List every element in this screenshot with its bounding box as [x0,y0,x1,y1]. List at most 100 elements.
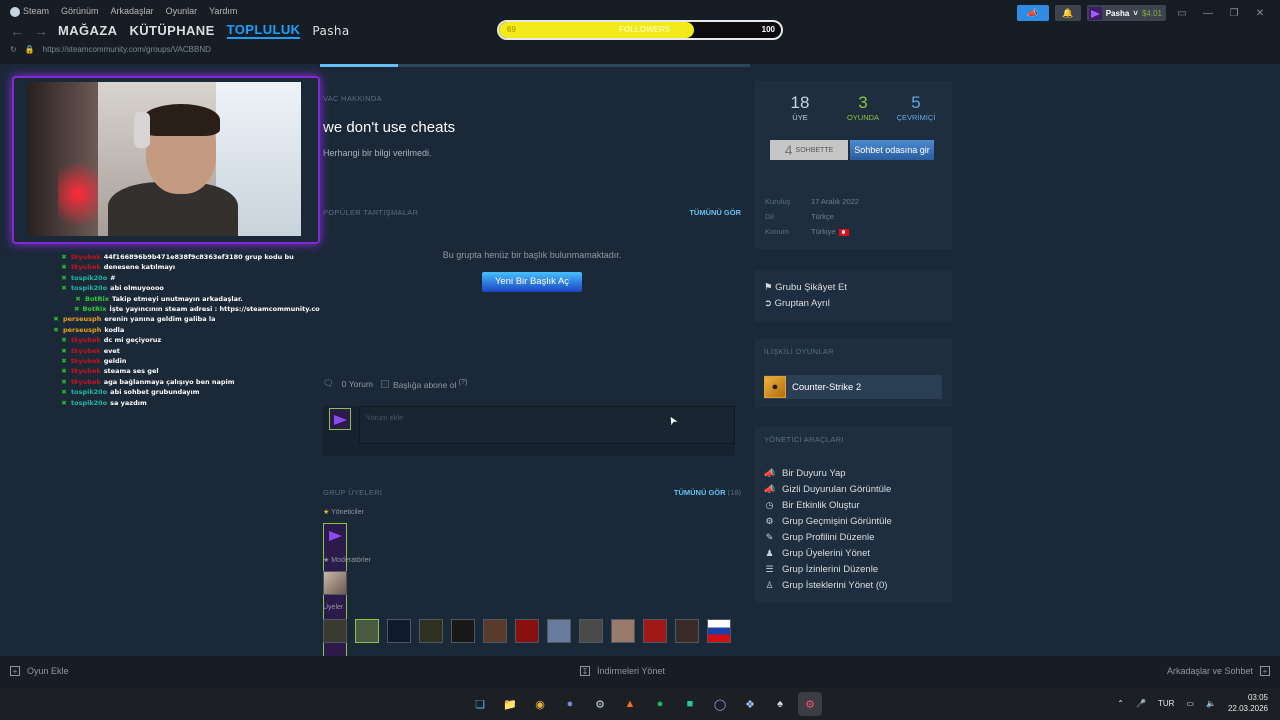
big-picture-icon[interactable]: ▭ [1172,8,1192,19]
report-group-link[interactable]: ⚑ Grubu Şikâyet Et [764,280,943,296]
admin-tool-create-event[interactable]: ◷ Bir Etkinlik Oluştur [764,497,892,513]
menu-help[interactable]: Yardım [209,6,237,16]
member-avatar[interactable] [515,619,539,643]
chat-username: tkyubek [71,253,101,261]
network-icon[interactable]: ▭ [1186,699,1194,708]
back-arrow-icon[interactable]: ← [10,23,26,39]
member-avatar[interactable] [707,619,731,643]
chat-text: geldin [103,357,127,366]
chat-username: BotRix [85,294,109,303]
app-icon[interactable]: ❖ [738,692,762,716]
chat-text: erenin yanına geldim galiba la [104,315,216,324]
member-avatar[interactable] [675,619,699,643]
tab-library[interactable]: KÜTÜPHANE [129,23,214,38]
join-chat-button[interactable]: Sohbet odasına gir [850,140,934,160]
language-indicator[interactable]: TUR [1158,699,1174,708]
app-icon[interactable]: ■ [678,692,702,716]
microphone-icon[interactable]: 🎤 [1136,699,1146,708]
menu-view[interactable]: Görünüm [61,6,99,16]
info-language: Dil Türkçe [765,212,834,221]
reload-icon[interactable]: ↻ [10,45,17,54]
admin-tool-requests[interactable]: ♙ Grup İsteklerini Yönet (0) [764,577,892,593]
friends-chat-button[interactable]: Arkadaşlar ve Sohbet + [1167,666,1270,676]
subscribe-checkbox[interactable] [381,379,389,388]
member-avatar[interactable] [387,619,411,643]
tab-community[interactable]: TOPLULUK [226,22,301,39]
subscribe-toggle[interactable]: Başlığa abone ol (?) [381,378,467,390]
discussions-empty-note: Bu grupta henüz bir başlık bulunmamaktad… [442,250,622,260]
chat-username: tkyubek [71,357,101,366]
subscribe-help[interactable]: (?) [459,378,468,386]
manage-downloads-button[interactable]: ↧ İndirmeleri Yönet [580,666,665,676]
menu-steam[interactable]: Steam [10,6,49,17]
forward-arrow-icon[interactable]: → [34,23,50,39]
chat-username: BotRix [82,305,107,314]
related-game-row[interactable]: ● Counter-Strike 2 [764,375,942,399]
account-menu[interactable]: Pasha ˅ $4.01 [1086,5,1166,21]
admin-tool-edit-profile[interactable]: ✎ Grup Profilini Düzenle [764,529,892,545]
account-name: Pasha [1105,8,1130,18]
admin-tools-list: 📣 Bir Duyuru Yap 📣 Gizli Duyuruları Görünt… [764,465,892,593]
close-icon[interactable]: ✕ [1250,8,1270,19]
obs-icon[interactable]: ◯ [708,692,732,716]
admin-tool-history[interactable]: ⚙ Grup Geçmişini Görüntüle [764,513,891,529]
chat-username: perseusph [63,315,102,324]
new-topic-button[interactable]: Yeni Bir Başlık Aç [482,272,582,292]
followers-goal: 100 [761,25,775,34]
minimize-icon[interactable]: — [1198,8,1218,19]
chat-message: ✖ tkyubek evet [60,346,320,356]
chat-message: ✖ tospik20o abi sohbet grubundayım [60,387,320,397]
discussions-see-all-link[interactable]: TÜMÜNÜ GÖR [689,208,741,217]
maximize-icon[interactable]: ❐ [1224,8,1244,19]
admin-tool-hidden-announcements[interactable]: 📣 Gizli Duyuruları Görüntüle [764,481,892,497]
url-text[interactable]: https://steamcommunity.com/groups/VACBBN… [43,45,211,54]
steam-icon[interactable]: ⚙ [588,692,612,716]
member-avatar[interactable] [323,619,347,643]
member-avatar[interactable] [643,619,667,643]
broadcast-button[interactable]: 📣 [1016,5,1049,21]
app-icon[interactable]: ♠ [768,692,792,716]
admin-tool-manage-members[interactable]: ♟ Grup Üyelerini Yönet [764,545,892,561]
app-icon[interactable]: ▲ [618,692,642,716]
file-explorer-icon[interactable]: 📁 [498,692,522,716]
windows-start-icon[interactable]: ❏ [468,692,492,716]
member-avatar[interactable] [451,619,475,643]
member-avatar[interactable] [547,619,571,643]
member-avatar[interactable] [419,619,443,643]
members-see-all-link[interactable]: TÜMÜNÜ GÖR (18) [674,488,741,497]
clock[interactable]: 03:05 22.03.2026 [1228,692,1268,714]
moderator-badge-icon: ✖ [53,315,59,324]
member-avatar[interactable] [483,619,507,643]
admin-tool-announce[interactable]: 📣 Bir Duyuru Yap [764,465,892,481]
chevron-up-icon[interactable]: ⌃ [1117,699,1124,708]
discord-icon[interactable]: ● [558,692,582,716]
chrome-icon[interactable]: ◉ [528,692,552,716]
notifications-button[interactable]: 🔔 [1054,5,1081,21]
chat-text: aga bağlanmaya çalışıyo ben napim [103,377,235,386]
comment-input[interactable]: Yorum ekle [359,406,735,444]
lock-icon: 🔒 [24,45,35,54]
add-game-button[interactable]: + Oyun Ekle [10,666,69,676]
admin-tool-permissions[interactable]: ☰ Grup İzinlerini Düzenle [764,561,892,577]
member-avatar[interactable] [611,619,635,643]
spotify-icon[interactable]: ● [648,692,672,716]
moderator-avatar[interactable] [323,571,347,595]
plus-icon: + [10,666,20,676]
volume-icon[interactable]: 🔈 [1206,699,1216,708]
moderator-badge-icon: ✖ [61,377,67,386]
menu-friends[interactable]: Arkadaşlar [111,6,154,16]
list-icon: ☰ [765,563,774,574]
members-heading: GRUP ÜYELERİ [323,488,383,497]
discussions-header: POPÜLER TARTIŞMALAR TÜMÜNÜ GÖR [323,208,741,217]
tab-store[interactable]: MAĞAZA [58,23,117,38]
member-avatar[interactable] [579,619,603,643]
member-avatar[interactable] [355,619,379,643]
user-add-icon: ♙ [765,579,774,590]
flag-icon: ⚑ [764,282,773,293]
steam-active-icon[interactable]: ⚙ [798,692,822,716]
menu-games[interactable]: Oyunlar [166,6,198,16]
chat-text: 44f166896b9b471e838f9c8363ef3180 grup ko… [103,253,294,261]
moderator-badge-icon: ✖ [53,325,59,334]
tab-user[interactable]: Pasha [312,24,349,38]
leave-group-link[interactable]: ➲ Gruptan Ayrıl [764,296,943,312]
